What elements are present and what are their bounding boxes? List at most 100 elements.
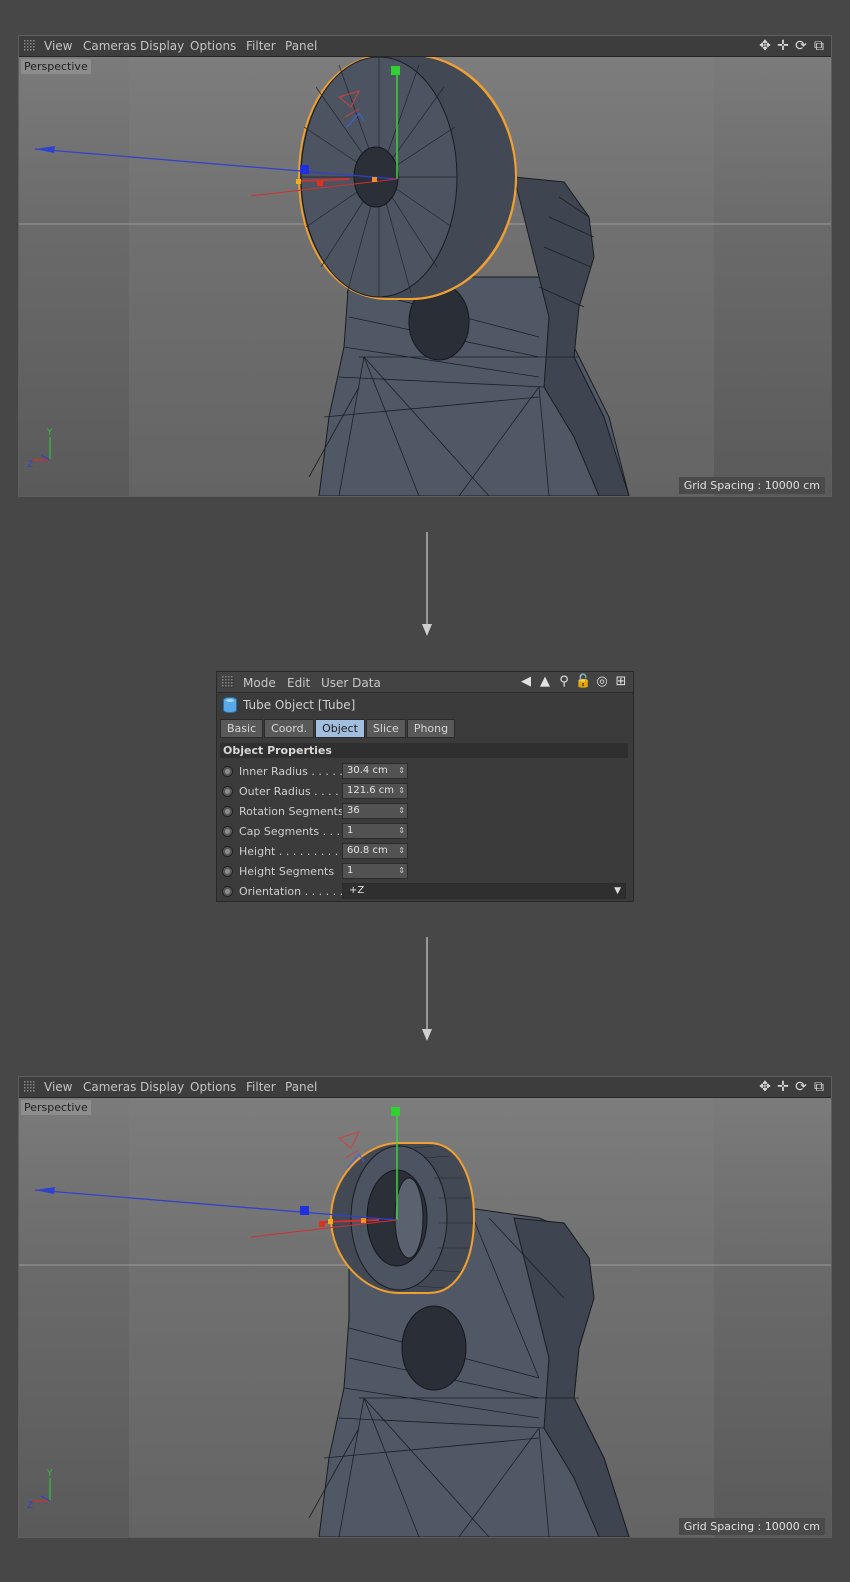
animate-radio[interactable]	[222, 846, 233, 857]
maximize-view-icon[interactable]: ⧉	[811, 37, 827, 55]
field-value: 121.6 cm	[347, 785, 395, 796]
spinner-icon[interactable]: ⇕	[398, 844, 405, 858]
camera-label[interactable]: Perspective	[21, 1100, 91, 1115]
menu-cameras[interactable]: Cameras	[83, 1080, 136, 1094]
grid-spacing-label: Grid Spacing : 10000 cm	[678, 1518, 825, 1535]
prop-label: Height Segments	[239, 865, 335, 878]
prop-label: Rotation Segments	[239, 805, 344, 818]
spinner-icon[interactable]: ⇕	[398, 824, 405, 838]
menu-view[interactable]: View	[44, 39, 72, 53]
outer-radius-field[interactable]: 121.6 cm ⇕	[342, 783, 408, 799]
axis-label-z: Z	[27, 460, 33, 470]
section-object-properties: Object Properties	[220, 743, 628, 758]
dolly-view-icon[interactable]: ✛	[775, 1078, 791, 1096]
world-axis-indicator: Y Z	[27, 1469, 53, 1511]
tab-slice[interactable]: Slice	[365, 719, 406, 738]
spinner-icon[interactable]: ⇕	[398, 864, 405, 878]
field-value: 30.4 cm	[347, 765, 388, 776]
rotate-view-icon[interactable]: ⟳	[793, 1078, 809, 1096]
tab-coord[interactable]: Coord.	[264, 719, 315, 738]
tab-phong[interactable]: Phong	[406, 719, 456, 738]
animate-radio[interactable]	[222, 886, 233, 897]
flow-arrow-2	[422, 937, 432, 1041]
axis-label-z: Z	[27, 1501, 33, 1511]
height-field[interactable]: 60.8 cm ⇕	[342, 843, 408, 859]
prop-orientation: Orientation . . . . . . +Z ▼	[222, 883, 627, 901]
animate-radio[interactable]	[222, 866, 233, 877]
object-title-text: Tube Object [Tube]	[243, 698, 356, 712]
attribute-manager: Mode Edit User Data ◀ ▲ ⚲ 🔓 ◎ ⊞ Tube Obj…	[216, 671, 634, 902]
field-value: 60.8 cm	[347, 845, 388, 856]
tube-object-large[interactable]	[297, 57, 518, 300]
new-panel-icon[interactable]: ⊞	[613, 673, 629, 691]
attribute-menubar: Mode Edit User Data ◀ ▲ ⚲ 🔓 ◎ ⊞	[217, 672, 633, 693]
cap-segments-field[interactable]: 1 ⇕	[342, 823, 408, 839]
panel-grip-icon[interactable]	[24, 1081, 36, 1093]
move-view-icon[interactable]: ✥	[757, 1078, 773, 1096]
menu-options[interactable]: Options	[190, 39, 236, 53]
menu-options[interactable]: Options	[190, 1080, 236, 1094]
prop-label: Cap Segments . . . .	[239, 825, 348, 838]
grid-spacing-label: Grid Spacing : 10000 cm	[678, 477, 825, 494]
axis-label-y: Y	[46, 428, 53, 438]
menu-display[interactable]: Display	[140, 1080, 184, 1094]
lock-icon[interactable]: 🔓	[575, 673, 591, 691]
menu-edit[interactable]: Edit	[287, 676, 310, 690]
chevron-down-icon: ▼	[614, 886, 621, 896]
viewport-menubar: View Cameras Display Options Filter Pane…	[19, 1077, 831, 1098]
rotation-segments-field[interactable]: 36 ⇕	[342, 803, 408, 819]
panel-grip-icon[interactable]	[222, 676, 234, 688]
menu-panel[interactable]: Panel	[285, 1080, 317, 1094]
dolly-view-icon[interactable]: ✛	[775, 37, 791, 55]
prop-cap-segments: Cap Segments . . . . 1 ⇕	[222, 823, 627, 841]
prop-label: Outer Radius . . . . .	[239, 785, 346, 798]
axis-label-y: Y	[46, 1469, 53, 1479]
viewport-canvas[interactable]: Y Z Perspective Grid Spacing : 10000 cm	[19, 1098, 831, 1537]
prop-label: Orientation . . . . . .	[239, 885, 344, 898]
camera-label[interactable]: Perspective	[21, 59, 91, 74]
rotate-view-icon[interactable]: ⟳	[793, 37, 809, 55]
spinner-icon[interactable]: ⇕	[398, 764, 405, 778]
search-icon[interactable]: ⚲	[556, 673, 572, 691]
move-view-icon[interactable]: ✥	[757, 37, 773, 55]
prop-rotation-segments: Rotation Segments 36 ⇕	[222, 803, 627, 821]
menu-filter[interactable]: Filter	[246, 1080, 276, 1094]
prop-height-segments: Height Segments 1 ⇕	[222, 863, 627, 881]
prop-label: Inner Radius . . . . .	[239, 765, 343, 778]
spinner-icon[interactable]: ⇕	[398, 784, 405, 798]
animate-radio[interactable]	[222, 826, 233, 837]
prop-outer-radius: Outer Radius . . . . . 121.6 cm ⇕	[222, 783, 627, 801]
menu-user-data[interactable]: User Data	[321, 676, 381, 690]
attribute-tabs: Basic Coord. Object Slice Phong	[220, 719, 456, 738]
prop-label: Height . . . . . . . . . .	[239, 845, 346, 858]
panel-grip-icon[interactable]	[24, 40, 36, 52]
orientation-select[interactable]: +Z ▼	[342, 883, 626, 899]
target-icon[interactable]: ◎	[594, 673, 610, 691]
tab-object[interactable]: Object	[315, 719, 365, 738]
height-segments-field[interactable]: 1 ⇕	[342, 863, 408, 879]
inner-radius-field[interactable]: 30.4 cm ⇕	[342, 763, 408, 779]
animate-radio[interactable]	[222, 766, 233, 777]
menu-mode[interactable]: Mode	[243, 676, 276, 690]
menu-cameras[interactable]: Cameras	[83, 39, 136, 53]
maximize-view-icon[interactable]: ⧉	[811, 1078, 827, 1096]
field-value: 1	[347, 825, 354, 836]
animate-radio[interactable]	[222, 806, 233, 817]
menu-view[interactable]: View	[44, 1080, 72, 1094]
menu-filter[interactable]: Filter	[246, 39, 276, 53]
viewport-bottom[interactable]: View Cameras Display Options Filter Pane…	[18, 1076, 832, 1538]
spinner-icon[interactable]: ⇕	[398, 804, 405, 818]
menu-display[interactable]: Display	[140, 39, 184, 53]
world-axis-indicator: Y Z	[27, 428, 53, 470]
viewport-top[interactable]: View Cameras Display Options Filter Pane…	[18, 35, 832, 497]
menu-panel[interactable]: Panel	[285, 39, 317, 53]
field-value: 36	[347, 805, 360, 816]
tube-object-small[interactable]	[329, 1142, 476, 1294]
back-arrow-icon[interactable]: ◀	[518, 673, 534, 691]
up-arrow-icon[interactable]: ▲	[537, 673, 553, 691]
field-value: 1	[347, 865, 354, 876]
prop-height: Height . . . . . . . . . . 60.8 cm ⇕	[222, 843, 627, 861]
tab-basic[interactable]: Basic	[220, 719, 264, 738]
viewport-canvas[interactable]: Y Z Perspective Grid Spacing : 10000 cm	[19, 57, 831, 496]
animate-radio[interactable]	[222, 786, 233, 797]
